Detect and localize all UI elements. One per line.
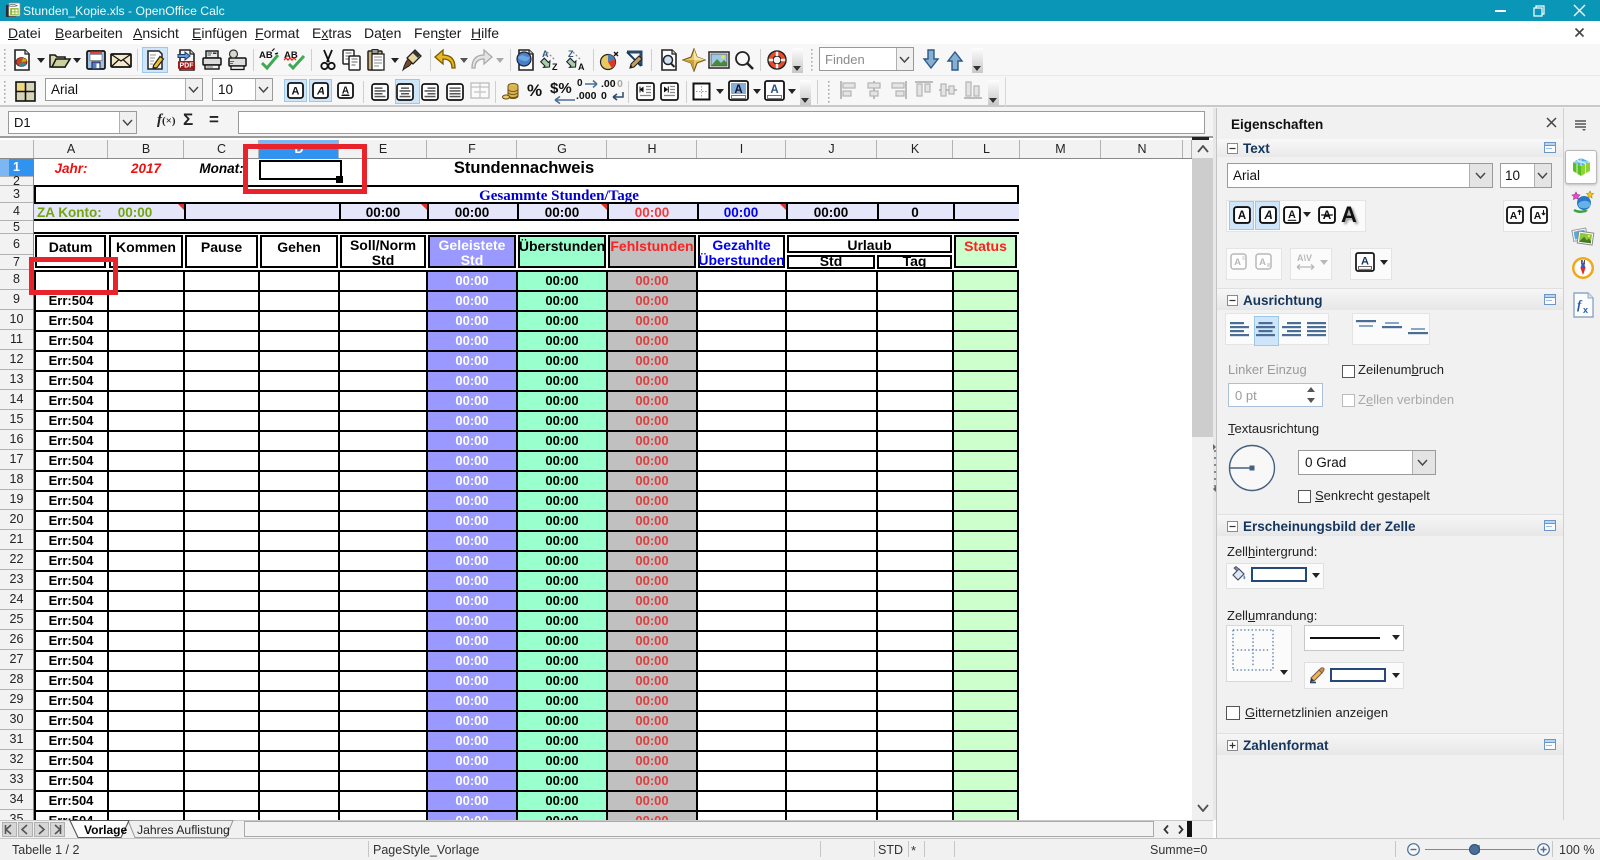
svg-text:A: A — [770, 84, 778, 96]
svg-text:A: A — [292, 86, 300, 98]
svg-text:A: A — [542, 49, 549, 59]
svg-text:A: A — [1534, 210, 1542, 222]
svg-text:A: A — [1263, 209, 1272, 222]
svg-text:A: A — [1288, 209, 1296, 221]
svg-text:PDF: PDF — [180, 63, 195, 70]
svg-text:A: A — [1234, 257, 1241, 268]
svg-text:Z: Z — [552, 62, 558, 72]
svg-text:A: A — [1259, 257, 1266, 268]
svg-text:A: A — [1238, 209, 1247, 222]
svg-text:x: x — [1583, 305, 1588, 315]
svg-text:A\V: A\V — [1297, 253, 1312, 263]
svg-text:A: A — [1361, 256, 1369, 268]
svg-text:A: A — [342, 86, 349, 97]
svg-text:A: A — [316, 86, 325, 98]
svg-text:Z: Z — [568, 49, 574, 59]
svg-text:A: A — [734, 84, 742, 96]
svg-text:A: A — [578, 62, 585, 72]
svg-text:AB: AB — [259, 50, 273, 61]
svg-text:A: A — [1510, 210, 1518, 222]
svg-text:A: A — [1323, 209, 1332, 222]
